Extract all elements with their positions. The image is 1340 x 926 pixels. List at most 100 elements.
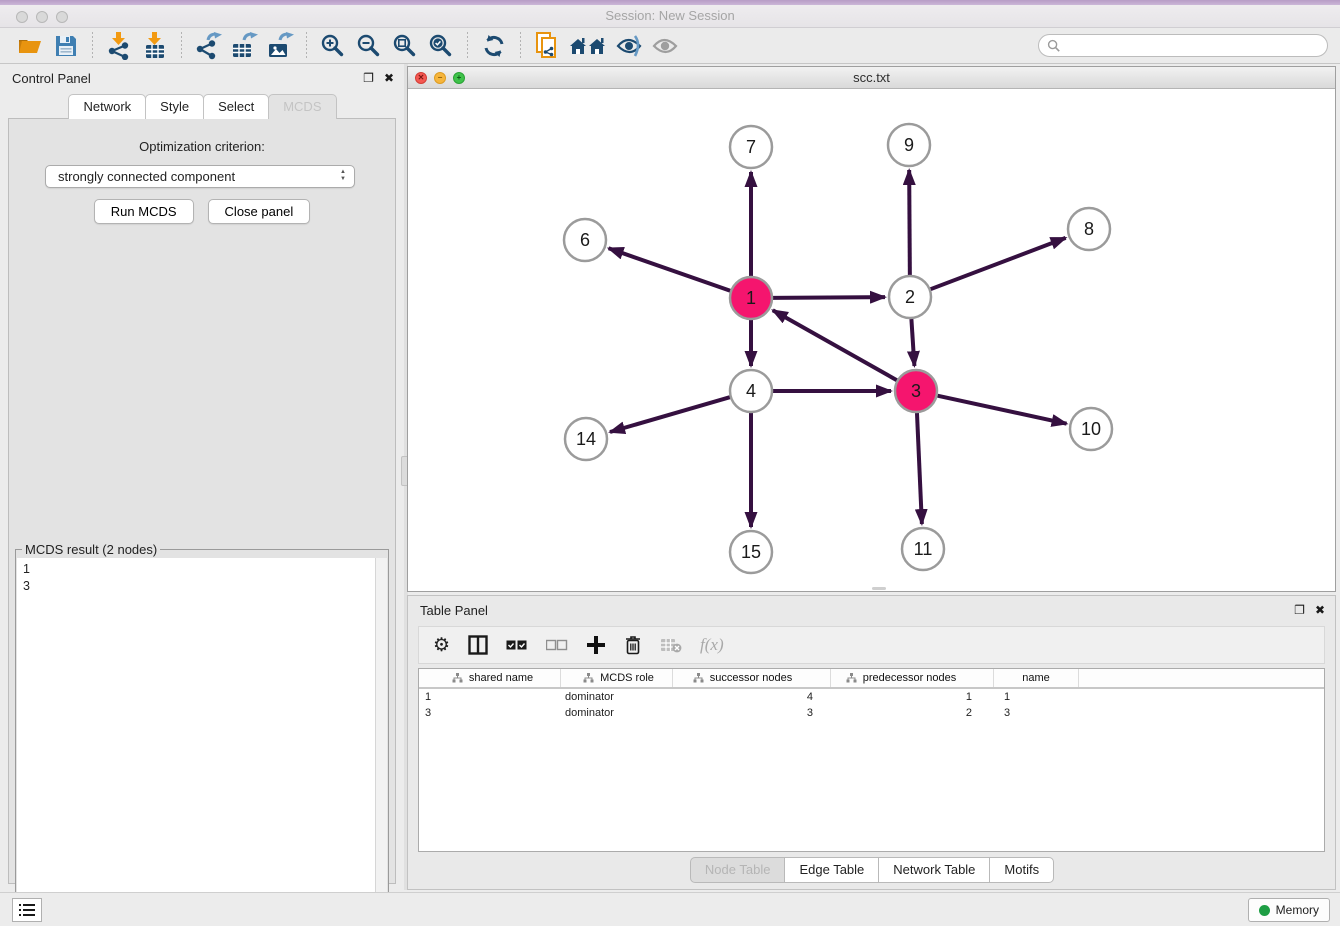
graph-node-label: 4 [746, 381, 756, 401]
graph-edge-1-2[interactable] [773, 297, 885, 298]
graph-node-label: 6 [580, 230, 590, 250]
tab-edge-table[interactable]: Edge Table [784, 857, 879, 883]
zoom-fit-icon[interactable] [390, 31, 420, 61]
window-titlebar: Session: New Session [0, 0, 1340, 28]
memory-button[interactable]: Memory [1248, 898, 1330, 922]
resize-handle[interactable] [872, 587, 886, 590]
window-title: Session: New Session [0, 8, 1340, 23]
network-window-titlebar[interactable]: ✕ − + scc.txt [408, 67, 1335, 89]
export-network-icon[interactable] [193, 31, 223, 61]
tab-select[interactable]: Select [203, 94, 269, 119]
column-header-mcds-role[interactable]: MCDS role [561, 669, 673, 687]
memory-status-dot [1259, 905, 1270, 916]
column-header-predecessor-nodes[interactable]: predecessor nodes [831, 669, 994, 687]
table-panel-close-icon[interactable]: ✖ [1315, 604, 1325, 616]
unselect-all-columns-icon[interactable] [546, 632, 568, 658]
run-mcds-button[interactable]: Run MCDS [94, 199, 194, 224]
delete-column-trash-icon[interactable] [624, 632, 642, 658]
tab-mcds[interactable]: MCDS [268, 94, 336, 119]
tab-network[interactable]: Network [68, 94, 146, 119]
column-browser-icon[interactable] [468, 632, 488, 658]
add-column-plus-icon[interactable] [586, 632, 606, 658]
delete-table-icon [660, 632, 682, 658]
tab-network-table[interactable]: Network Table [878, 857, 990, 883]
column-header-successor-nodes[interactable]: successor nodes [673, 669, 831, 687]
node-table[interactable]: shared name MCDS role successor nodes pr… [418, 668, 1325, 852]
export-table-icon[interactable] [229, 31, 259, 61]
select-all-columns-icon[interactable] [506, 632, 528, 658]
table-row[interactable]: 3 dominator 3 2 3 [419, 705, 1324, 721]
hide-selected-icon[interactable] [614, 31, 644, 61]
close-panel-button[interactable]: Close panel [208, 199, 311, 224]
graph-node-label: 3 [911, 381, 921, 401]
tab-motifs[interactable]: Motifs [989, 857, 1054, 883]
network-canvas[interactable]: 7968124314101511 [408, 89, 1335, 591]
tab-node-table[interactable]: Node Table [690, 857, 786, 883]
table-tabs: Node Table Edge Table Network Table Moti… [408, 857, 1335, 883]
search-input[interactable] [1061, 39, 1327, 53]
zoom-selected-icon[interactable] [426, 31, 456, 61]
dropdown-value: strongly connected component [58, 169, 235, 184]
main-toolbar [0, 28, 1340, 64]
graph-edge-1-6[interactable] [609, 248, 731, 290]
mcds-result-box: MCDS result (2 nodes) 1 3 [15, 549, 389, 926]
graph-edge-3-11[interactable] [917, 413, 922, 524]
open-session-icon[interactable] [15, 31, 45, 61]
optimization-criterion-dropdown[interactable]: strongly connected component ▲▼ [45, 165, 355, 188]
cell-name[interactable]: 3 [994, 707, 1079, 719]
column-header-shared-name[interactable]: shared name [419, 669, 561, 687]
graph-node-label: 14 [576, 429, 596, 449]
toolbar-separator [306, 32, 307, 60]
tab-style[interactable]: Style [145, 94, 204, 119]
mcds-panel: Optimization criterion: strongly connect… [8, 118, 396, 884]
toolbar-separator [520, 32, 521, 60]
cell-name[interactable]: 1 [994, 691, 1079, 703]
network-window-title: scc.txt [408, 70, 1335, 85]
mcds-result-text[interactable]: 1 3 [17, 558, 375, 925]
tree-icon [693, 673, 704, 683]
graph-node-label: 15 [741, 542, 761, 562]
search-box[interactable] [1038, 34, 1328, 57]
refresh-icon[interactable] [479, 31, 509, 61]
table-header-row: shared name MCDS role successor nodes pr… [419, 669, 1324, 689]
tree-icon [452, 673, 463, 683]
table-row[interactable]: 1 dominator 4 1 1 [419, 689, 1324, 705]
cell-shared-name[interactable]: 1 [419, 691, 561, 703]
cell-predecessor-nodes[interactable]: 2 [831, 707, 994, 719]
cell-successor-nodes[interactable]: 4 [673, 691, 831, 703]
column-label: name [1022, 672, 1050, 684]
graph-edge-2-8[interactable] [931, 238, 1066, 289]
control-panel-float-icon[interactable]: ❐ [363, 72, 374, 84]
first-neighbors-icon[interactable] [568, 31, 608, 61]
search-icon [1047, 39, 1061, 53]
cell-mcds-role[interactable]: dominator [561, 691, 673, 703]
graph-edge-3-10[interactable] [937, 396, 1066, 424]
cell-predecessor-nodes[interactable]: 1 [831, 691, 994, 703]
graph-edge-2-3[interactable] [911, 319, 914, 366]
export-image-icon[interactable] [265, 31, 295, 61]
clone-network-icon[interactable] [532, 31, 562, 61]
table-settings-gear-icon[interactable]: ⚙ [433, 632, 450, 658]
task-history-button[interactable] [12, 898, 42, 922]
zoom-in-icon[interactable] [318, 31, 348, 61]
control-panel-tabs: Network Style Select MCDS [0, 94, 404, 119]
graph-edge-2-9[interactable] [909, 170, 910, 275]
save-session-icon[interactable] [51, 31, 81, 61]
cell-shared-name[interactable]: 3 [419, 707, 561, 719]
result-scrollbar[interactable] [375, 558, 387, 925]
table-panel-float-icon[interactable]: ❐ [1294, 604, 1305, 616]
graph-edge-4-14[interactable] [610, 397, 730, 432]
column-label: successor nodes [710, 672, 793, 684]
import-network-icon[interactable] [104, 31, 134, 61]
control-panel-close-icon[interactable]: ✖ [384, 72, 394, 84]
zoom-out-icon[interactable] [354, 31, 384, 61]
table-panel: Table Panel ❐ ✖ ⚙ f(x) shared name [407, 595, 1336, 890]
graph-edge-3-1[interactable] [773, 310, 897, 380]
cell-successor-nodes[interactable]: 3 [673, 707, 831, 719]
column-label: predecessor nodes [863, 672, 957, 684]
import-table-icon[interactable] [140, 31, 170, 61]
tree-icon [846, 673, 857, 683]
cell-mcds-role[interactable]: dominator [561, 707, 673, 719]
column-header-name[interactable]: name [994, 669, 1079, 687]
table-panel-title: Table Panel [420, 603, 488, 618]
